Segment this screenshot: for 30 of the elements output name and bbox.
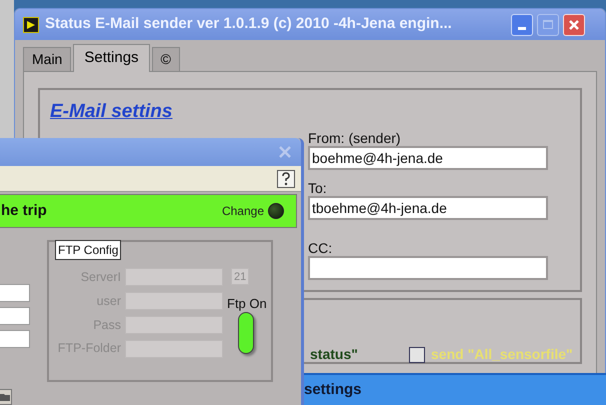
tab[interactable]: © bbox=[152, 47, 180, 71]
input-field[interactable] bbox=[308, 256, 548, 280]
input-field[interactable] bbox=[0, 330, 30, 348]
folder-button[interactable] bbox=[0, 389, 12, 405]
app-icon bbox=[23, 16, 39, 32]
close-icon bbox=[278, 145, 292, 159]
input-field[interactable]: boehme@4h-jena.de bbox=[308, 146, 548, 170]
field-label: From: (sender) bbox=[308, 129, 402, 146]
close-icon bbox=[568, 18, 580, 30]
toggle-label: Ftp On bbox=[227, 295, 267, 313]
checkbox[interactable] bbox=[409, 346, 425, 362]
led-label: Change bbox=[222, 203, 264, 220]
toggle-button[interactable] bbox=[238, 312, 254, 354]
tab[interactable]: Settings bbox=[73, 44, 150, 72]
help-icon[interactable] bbox=[277, 170, 295, 188]
tab[interactable]: Main bbox=[23, 47, 72, 71]
field-label: To: bbox=[308, 179, 328, 196]
window-title: Status E-Mail sender ver 1.0.1.9 (c) 2010 -4h-Jena engin... bbox=[45, 14, 453, 34]
banner-title: he trip bbox=[1, 200, 47, 221]
field-label: CC: bbox=[308, 239, 334, 256]
option-label: status" bbox=[310, 345, 358, 364]
input-field[interactable]: tboehme@4h-jena.de bbox=[308, 196, 548, 220]
section-link[interactable]: E-Mail settins bbox=[50, 101, 172, 122]
input-field[interactable] bbox=[0, 284, 30, 302]
minimize-button[interactable] bbox=[511, 14, 533, 36]
checkbox-label: send "All_sensorfile" bbox=[431, 345, 573, 364]
status-text: settings bbox=[304, 380, 362, 400]
close-button[interactable] bbox=[563, 14, 585, 36]
panel-title: FTP Config bbox=[55, 240, 122, 260]
input-field[interactable] bbox=[0, 307, 30, 325]
